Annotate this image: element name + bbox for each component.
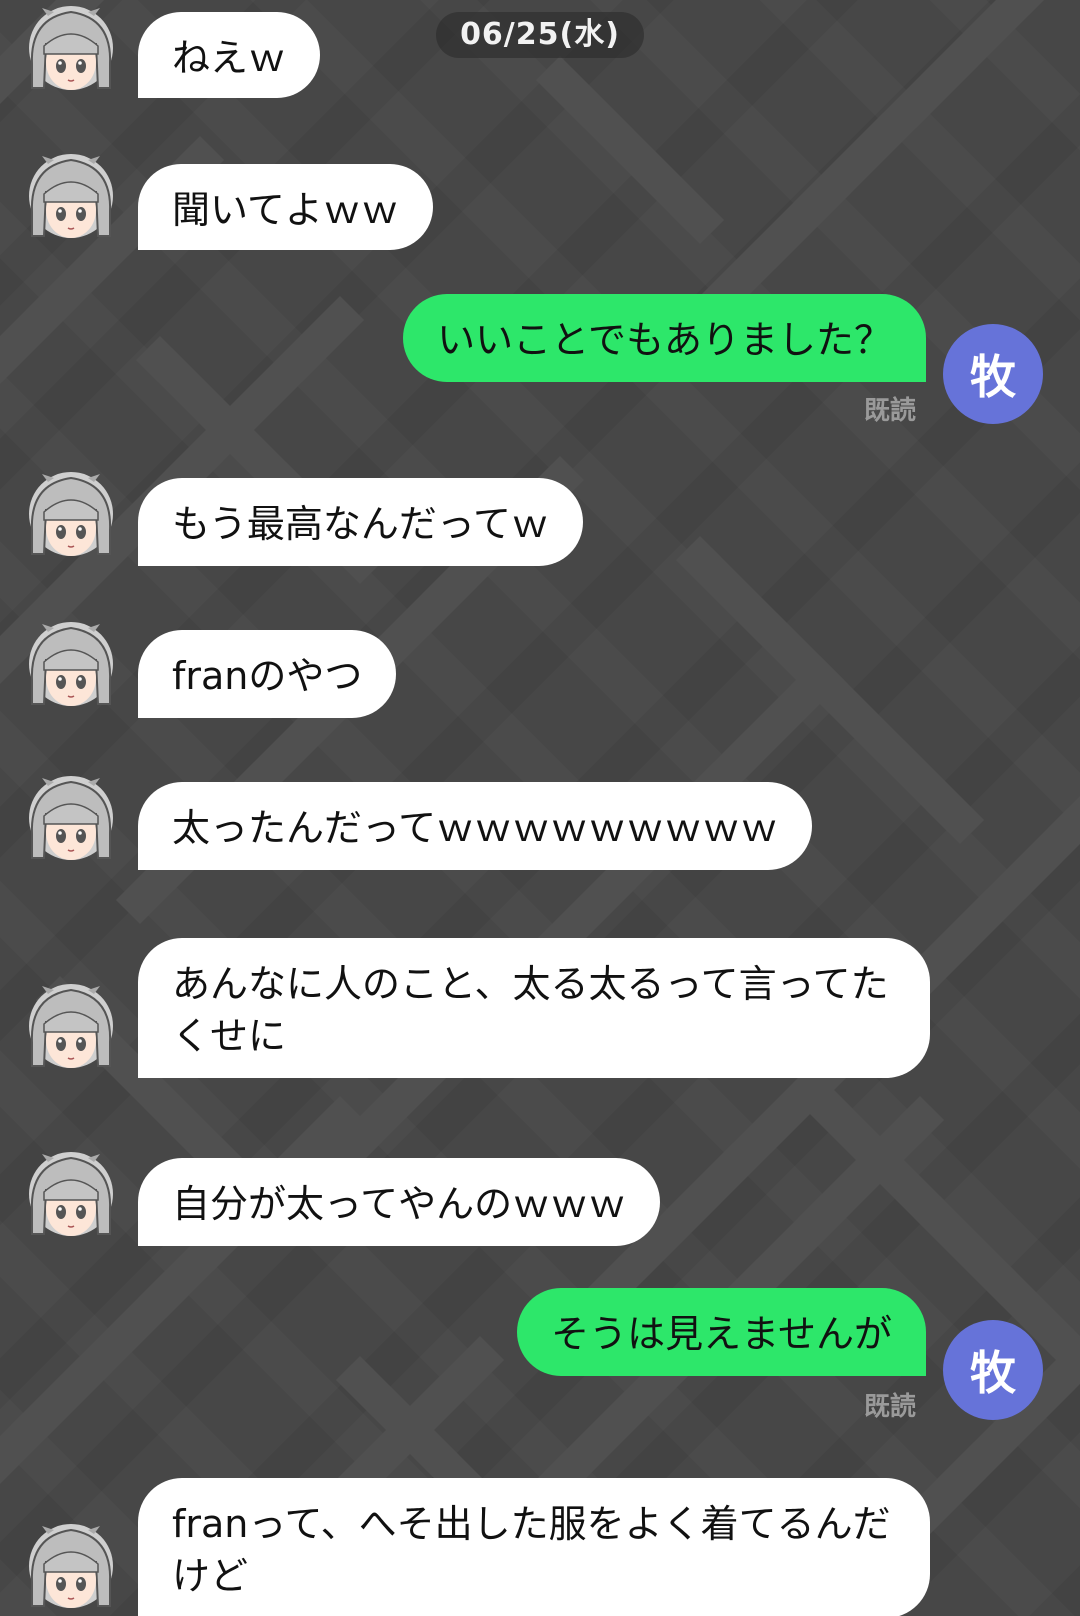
incoming-message[interactable]: あんなに人のこと、太る太るって言ってたくせに (138, 938, 930, 1078)
contact-avatar-icon[interactable] (24, 470, 118, 564)
outgoing-message[interactable]: いいことでもありました？ (403, 294, 926, 382)
incoming-message[interactable]: 聞いてよｗｗ (138, 164, 433, 250)
anime-girl-avatar-icon (29, 776, 113, 860)
anime-girl-avatar-icon (29, 154, 113, 238)
date-separator: 06/25(水) (436, 12, 644, 58)
contact-avatar-icon[interactable] (24, 4, 118, 98)
contact-avatar-icon[interactable] (24, 1150, 118, 1244)
anime-girl-avatar-icon (29, 1524, 113, 1608)
anime-girl-avatar-icon (29, 1152, 113, 1236)
incoming-message[interactable]: franって、へそ出した服をよく着てるんだけど (138, 1478, 930, 1616)
contact-avatar-icon[interactable] (24, 1522, 118, 1616)
anime-girl-avatar-icon (29, 984, 113, 1068)
contact-avatar-icon[interactable] (24, 152, 118, 246)
anime-girl-avatar-icon (29, 6, 113, 90)
read-receipt: 既読 (864, 1392, 917, 1422)
contact-avatar-icon[interactable] (24, 982, 118, 1076)
chat-screen: 06/25(水) ねえｗ 聞いてよｗｗ いいことでもありました？ 牧 既読 もう… (0, 0, 1080, 1616)
incoming-message[interactable]: 太ったんだってｗｗｗｗｗｗｗｗｗ (138, 782, 813, 870)
incoming-message[interactable]: 自分が太ってやんのｗｗｗ (138, 1158, 661, 1246)
contact-avatar-icon[interactable] (24, 620, 118, 714)
anime-girl-avatar-icon (29, 622, 113, 706)
outgoing-message[interactable]: そうは見えませんが (517, 1288, 926, 1376)
my-avatar[interactable]: 牧 (943, 1320, 1043, 1420)
incoming-message[interactable]: ねえｗ (138, 12, 321, 98)
incoming-message[interactable]: franのやつ (138, 630, 397, 718)
my-avatar[interactable]: 牧 (943, 324, 1043, 424)
contact-avatar-icon[interactable] (24, 774, 118, 868)
incoming-message[interactable]: もう最高なんだってｗ (138, 478, 583, 566)
read-receipt: 既読 (864, 396, 917, 426)
anime-girl-avatar-icon (29, 472, 113, 556)
